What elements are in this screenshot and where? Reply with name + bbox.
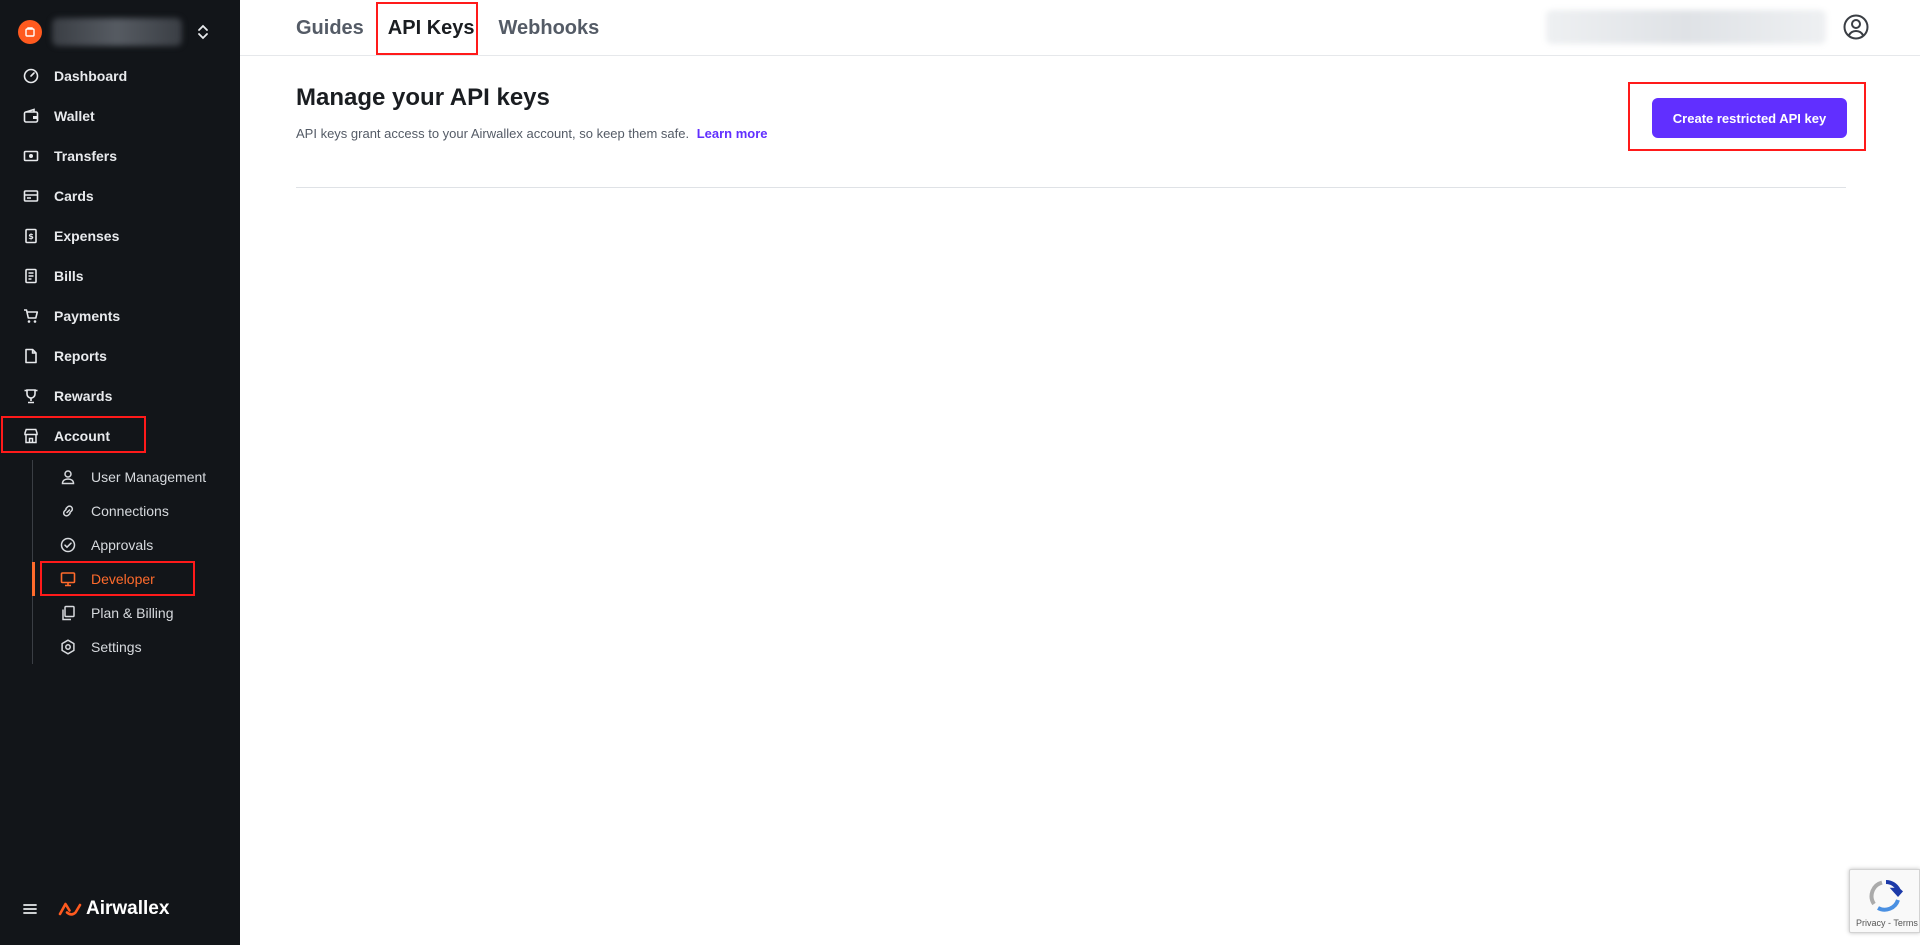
nav-label: Reports (54, 348, 107, 364)
nav-label: Transfers (54, 148, 118, 164)
nav-item-dashboard[interactable]: Dashboard (0, 56, 240, 96)
cart-icon (22, 307, 40, 325)
subnav-item-plan-billing[interactable]: Plan & Billing (33, 596, 240, 630)
nav-item-expenses[interactable]: $ Expenses (0, 216, 240, 256)
main-content: Manage your API keys API keys grant acce… (296, 84, 1846, 141)
subnav-label: Developer (91, 571, 155, 587)
brand-name: Airwallex (86, 898, 170, 919)
nav-label: Account (54, 428, 110, 444)
expenses-receipt-icon: $ (22, 227, 40, 245)
nav-item-wallet[interactable]: Wallet (0, 96, 240, 136)
org-name-blurred (52, 18, 182, 46)
store-icon (22, 427, 40, 445)
dashboard-gauge-icon (22, 67, 40, 85)
subnav-item-developer[interactable]: Developer (32, 562, 240, 596)
bills-document-icon (22, 267, 40, 285)
page-subtitle: API keys grant access to your Airwallex … (296, 126, 1846, 141)
subnav-label: Connections (91, 503, 169, 519)
tab-guides[interactable]: Guides (296, 17, 364, 40)
chevron-updown-icon[interactable] (196, 23, 210, 41)
transfers-icon (22, 147, 40, 165)
svg-text:$: $ (28, 232, 34, 241)
copy-icon (59, 604, 77, 622)
account-subnav: User Management Connections Approvals De… (32, 460, 240, 664)
monitor-icon (59, 570, 77, 588)
nav-item-transfers[interactable]: Transfers (0, 136, 240, 176)
nav-item-bills[interactable]: Bills (0, 256, 240, 296)
top-right-controls (1546, 10, 1870, 44)
nav-item-reports[interactable]: Reports (0, 336, 240, 376)
subtitle-text: API keys grant access to your Airwallex … (296, 126, 690, 141)
subnav-item-connections[interactable]: Connections (33, 494, 240, 528)
learn-more-link[interactable]: Learn more (697, 126, 768, 141)
subnav-label: Plan & Billing (91, 605, 174, 621)
sidebar-footer: Airwallex (22, 898, 169, 920)
subnav-item-settings[interactable]: Settings (33, 630, 240, 664)
subnav-item-approvals[interactable]: Approvals (33, 528, 240, 562)
recaptcha-badge[interactable]: Privacy - Terms (1849, 869, 1920, 933)
content-divider (296, 187, 1846, 188)
tab-bar: Guides API Keys Webhooks (296, 0, 623, 56)
org-switcher[interactable] (18, 14, 226, 50)
subnav-label: Approvals (91, 537, 154, 553)
top-bar: Guides API Keys Webhooks (240, 0, 1920, 56)
nav-label: Dashboard (54, 68, 128, 84)
link-icon (59, 502, 77, 520)
account-info-blurred (1546, 10, 1826, 44)
trophy-icon (22, 387, 40, 405)
nav-label: Wallet (54, 108, 95, 124)
nav-label: Rewards (54, 388, 113, 404)
create-restricted-api-key-button[interactable]: Create restricted API key (1652, 98, 1847, 138)
subnav-item-user-management[interactable]: User Management (33, 460, 240, 494)
tab-webhooks[interactable]: Webhooks (499, 17, 600, 40)
page-title: Manage your API keys (296, 84, 550, 111)
user-icon (59, 468, 77, 486)
subnav-label: Settings (91, 639, 142, 655)
nav-item-account[interactable]: Account (0, 416, 240, 456)
recaptcha-logo-icon (1869, 880, 1904, 912)
tab-api-keys[interactable]: API Keys (388, 17, 475, 40)
user-profile-icon[interactable] (1842, 13, 1870, 41)
main-nav: Dashboard Wallet Transfers Cards $ Expen… (0, 56, 240, 456)
card-icon (22, 187, 40, 205)
wallet-icon (22, 107, 40, 125)
nav-label: Bills (54, 268, 84, 284)
nav-item-cards[interactable]: Cards (0, 176, 240, 216)
org-logo-icon (18, 20, 42, 44)
nav-label: Expenses (54, 228, 120, 244)
nav-label: Payments (54, 308, 121, 324)
sidebar: Dashboard Wallet Transfers Cards $ Expen… (0, 0, 240, 945)
subnav-label: User Management (91, 469, 207, 485)
brand-logo: Airwallex (58, 898, 169, 920)
hamburger-menu-icon[interactable] (22, 901, 38, 917)
airwallex-mark-icon (58, 902, 82, 916)
nav-item-payments[interactable]: Payments (0, 296, 240, 336)
report-file-icon (22, 347, 40, 365)
nav-label: Cards (54, 188, 94, 204)
nav-item-rewards[interactable]: Rewards (0, 376, 240, 416)
recaptcha-text: Privacy - Terms (1856, 918, 1918, 928)
gear-icon (59, 638, 77, 656)
check-circle-icon (59, 536, 77, 554)
